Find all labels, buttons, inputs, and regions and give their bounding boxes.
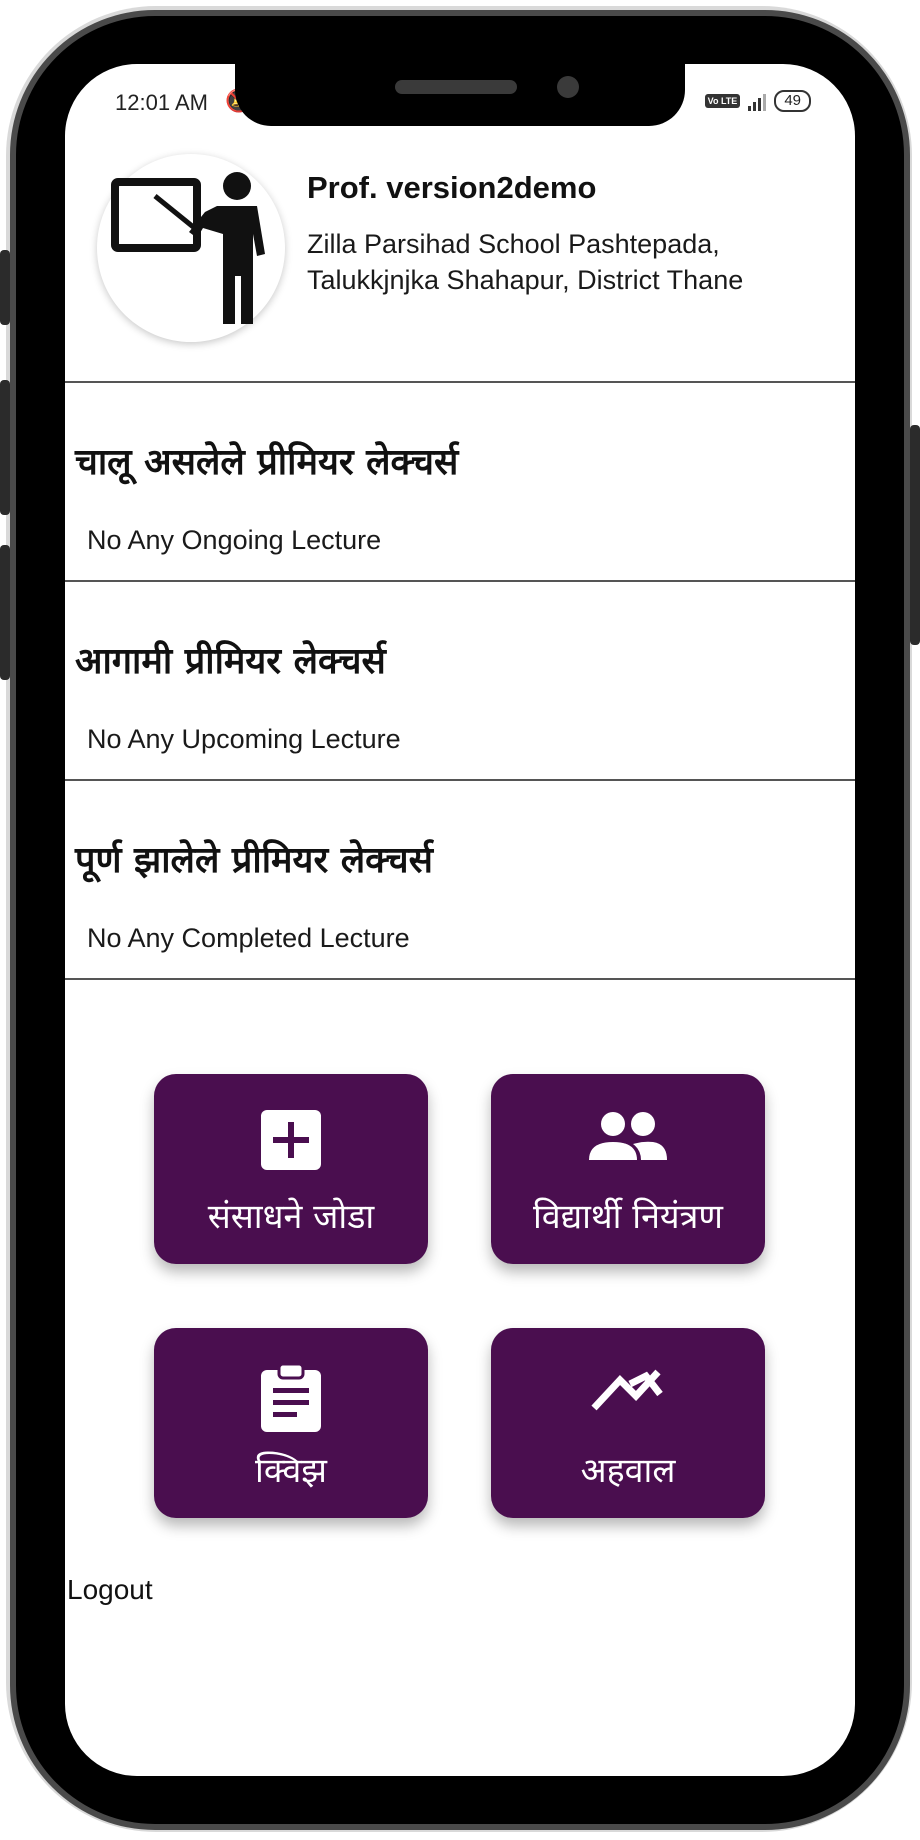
section-heading-completed: पूर्ण झालेले प्रीमियर लेक्चर्स [75,840,433,881]
add-resources-label: संसाधने जोडा [207,1197,375,1237]
trending-icon [591,1369,663,1411]
student-management-label: विद्यार्थी नियंत्रण [532,1197,724,1237]
notch [235,64,685,126]
quiz-button[interactable]: क्विझ [154,1328,428,1518]
section-heading-upcoming: आगामी प्रीमियर लेक्चर्स [75,641,386,682]
quiz-label: क्विझ [255,1451,327,1491]
status-time: 12:01 AM [115,90,208,115]
divider [65,779,855,781]
camera [557,76,579,98]
add-box-icon [261,1110,321,1170]
side-button-left-3 [0,545,10,680]
divider [65,978,855,980]
report-label: अहवाल [580,1451,676,1491]
profile-school-line1: Zilla Parsihad School Pashtepada, [307,229,720,259]
people-icon [589,1112,667,1160]
profile-school-line2: Talukkjnjka Shahapur, District Thane [307,265,744,295]
side-button-right [910,425,920,645]
profile-name: Prof. version2demo [307,170,597,205]
section-text-ongoing: No Any Ongoing Lecture [87,525,382,555]
status-icons: Vo LTE 49 [704,90,811,112]
section-text-completed: No Any Completed Lecture [87,923,410,953]
teacher-icon [111,172,265,324]
clipboard-icon [261,1362,321,1432]
section-text-upcoming: No Any Upcoming Lecture [87,724,401,754]
divider [65,381,855,383]
report-button[interactable]: अहवाल [491,1328,765,1518]
speaker [395,80,517,94]
teacher-avatar [97,154,285,342]
signal-icon [748,91,767,111]
divider [65,580,855,582]
side-button-left-2 [0,380,10,515]
section-heading-ongoing: चालू असलेले प्रीमियर लेक्चर्स [75,442,459,483]
logout-link[interactable]: Logout [67,1574,153,1606]
student-management-button[interactable]: विद्यार्थी नियंत्रण [491,1074,765,1264]
profile-school: Zilla Parsihad School Pashtepada, Talukk… [307,226,827,298]
app-screen: 12:01 AM 🔕 Vo LTE 49 Prof. version2demo … [65,64,855,1776]
battery-icon: 49 [774,90,811,112]
side-button-left-1 [0,250,10,325]
volte-badge: Vo LTE [704,94,741,108]
add-resources-button[interactable]: संसाधने जोडा [154,1074,428,1264]
